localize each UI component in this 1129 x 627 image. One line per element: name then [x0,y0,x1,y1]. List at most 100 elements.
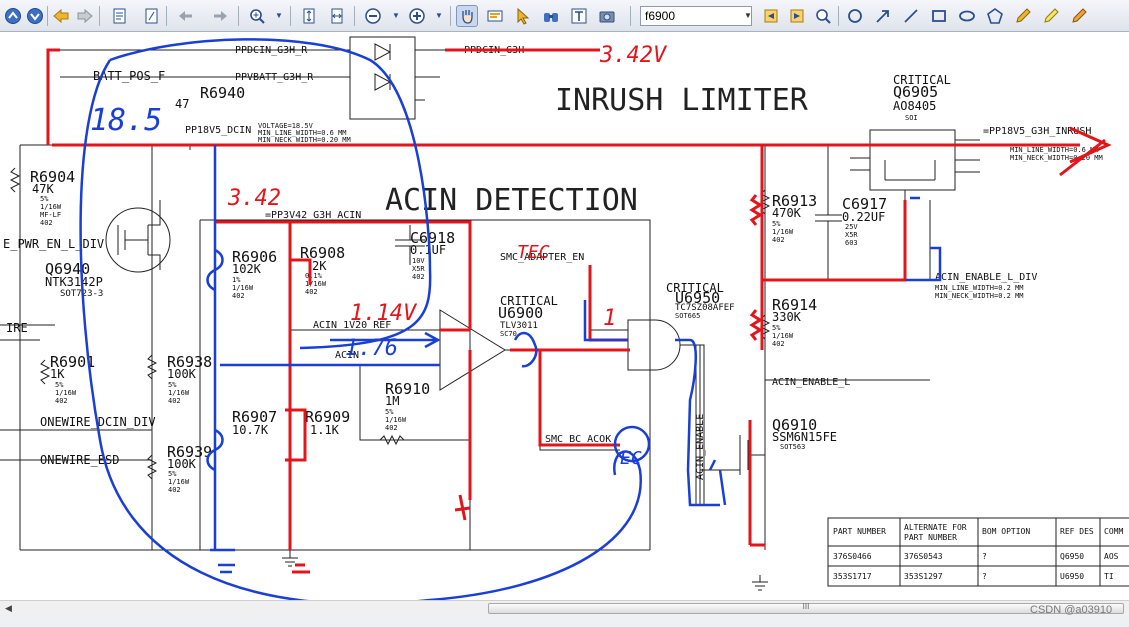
fit-width-icon[interactable] [326,5,348,27]
table-header: BOM OPTION [982,527,1030,536]
text-select-icon[interactable] [568,5,590,27]
package-label: SOI [905,114,918,122]
highlighter-icon[interactable] [1040,5,1062,27]
svg-text:5%: 5% [40,195,49,203]
annotation-3.42: 3.42 [227,186,281,211]
value-r6908: 2K [312,259,327,273]
zoom-out-minus-icon[interactable] [362,5,384,27]
scroll-left-arrow-icon[interactable]: ◀ [5,603,12,614]
table-cell: ? [982,572,987,581]
pen-icon[interactable] [1068,5,1090,27]
find-next-icon[interactable] [786,5,808,27]
find-input[interactable]: f6900 [640,6,752,26]
svg-text:1/16W: 1/16W [772,332,794,340]
svg-text:5%: 5% [772,220,781,228]
watermark: CSDN @a03910 [1030,604,1113,616]
arrow-icon[interactable] [872,5,894,27]
find-dropdown-icon[interactable]: ▼ [742,6,754,26]
horizontal-scrollbar[interactable]: ◀ III [0,600,1129,616]
table-cell: 353S1717 [833,572,872,581]
value-r6940: 47 [175,97,189,111]
back-icon[interactable] [50,5,72,27]
net-label: MIN_LINE_WIDTH=0.6 MM [1010,146,1099,154]
zoom-in-icon[interactable] [246,5,268,27]
rectangle-icon[interactable] [928,5,950,27]
svg-text:5%: 5% [772,324,781,332]
annotation-18.5: 18.5 [90,103,162,138]
value-r6909: 1.1K [310,423,340,437]
net-label: IRE [6,321,28,335]
net-label: SMC_BC_ACOK [545,434,611,445]
hand-icon[interactable] [456,5,478,27]
svg-text:1/16W: 1/16W [168,389,190,397]
net-label: MIN_NECK_WIDTH=0.2 MM [935,292,1024,300]
svg-text:25V: 25V [845,223,858,231]
circle-icon[interactable] [844,5,866,27]
value-q6910: SSM6N15FE [772,430,837,444]
schematic-canvas[interactable]: INRUSH LIMITER ACIN DETECTION PPDCIN_G3H… [0,32,1129,600]
net-label: =PP3V42_G3H_ACIN [265,210,361,221]
value-q6905: AO8405 [893,99,936,113]
svg-text:5%: 5% [385,408,394,416]
heading-inrush-limiter: INRUSH LIMITER [555,83,809,118]
polygon-icon[interactable] [984,5,1006,27]
svg-text:1/16W: 1/16W [305,280,327,288]
undo-icon[interactable] [174,5,196,27]
svg-text:402: 402 [40,219,53,227]
value-r6904: 47K [32,182,54,196]
net-label: ACIN_ENABLE_L_DIV [935,272,1037,283]
pencil-icon[interactable] [1012,5,1034,27]
scrollbar-thumb[interactable]: III [488,602,1124,614]
zoom-plus-menu-icon[interactable]: ▼ [428,5,450,27]
table-header: ALTERNATE FOR [904,523,967,532]
select-text-icon[interactable] [484,5,506,27]
package-label: 603 [845,239,858,247]
value-r6901: 1K [50,367,65,381]
net-label: ONEWIRE_ESD [40,453,119,467]
redo-icon[interactable] [210,5,232,27]
svg-text:402: 402 [55,397,68,405]
line-icon[interactable] [900,5,922,27]
zoom-in-plus-icon[interactable] [406,5,428,27]
fit-page-icon[interactable] [298,5,320,27]
svg-text:1/16W: 1/16W [40,203,62,211]
annotation-3.42v-top: 3.42V [599,43,668,68]
package-label: SOT665 [675,312,700,320]
refdes-u6900: U6900 [498,304,543,322]
svg-text:402: 402 [168,486,181,494]
up-icon[interactable] [2,5,24,27]
zoom-dropdown-icon[interactable]: ▼ [268,5,290,27]
parts-table: PART NUMBER ALTERNATE FOR PART NUMBER BO… [827,517,1129,587]
snapshot-icon[interactable] [596,5,618,27]
annotation-1.14v: 1.14V [350,301,418,326]
value-c6917: 0.22UF [842,210,885,224]
table-cell: ? [982,552,987,561]
table-header: COMM [1104,527,1123,536]
page-icon[interactable] [140,5,162,27]
value-r6907: 10.7K [232,423,269,437]
table-cell: Q6950 [1060,552,1084,561]
page-icon[interactable] [108,5,130,27]
table-header: PART NUMBER [833,527,886,536]
zoom-menu-icon[interactable]: ▼ [385,5,407,27]
search-icon[interactable] [812,5,834,27]
binoculars-icon[interactable] [540,5,562,27]
status-bar [0,616,1129,627]
annotation-1: 1 [603,306,616,331]
net-label: MIN_NECK_WIDTH=0.20 MM [258,136,351,144]
table-cell: U6950 [1060,572,1084,581]
toolbar: ▼ ▼ ▼ f6900 ▼ [0,0,1129,32]
forward-icon[interactable] [74,5,96,27]
oval-icon[interactable] [956,5,978,27]
svg-text:1/16W: 1/16W [55,389,77,397]
table-cell: 353S1297 [904,572,943,581]
table-header: REF DES [1060,527,1094,536]
value-r6910: 1M [385,394,399,408]
pointer-icon[interactable] [512,5,534,27]
svg-text:1/16W: 1/16W [232,284,254,292]
svg-text:402: 402 [385,424,398,432]
svg-text:1%: 1% [232,276,241,284]
net-label: E_PWR_EN_L_DIV [3,237,104,251]
down-icon[interactable] [24,5,46,27]
find-prev-icon[interactable] [760,5,782,27]
